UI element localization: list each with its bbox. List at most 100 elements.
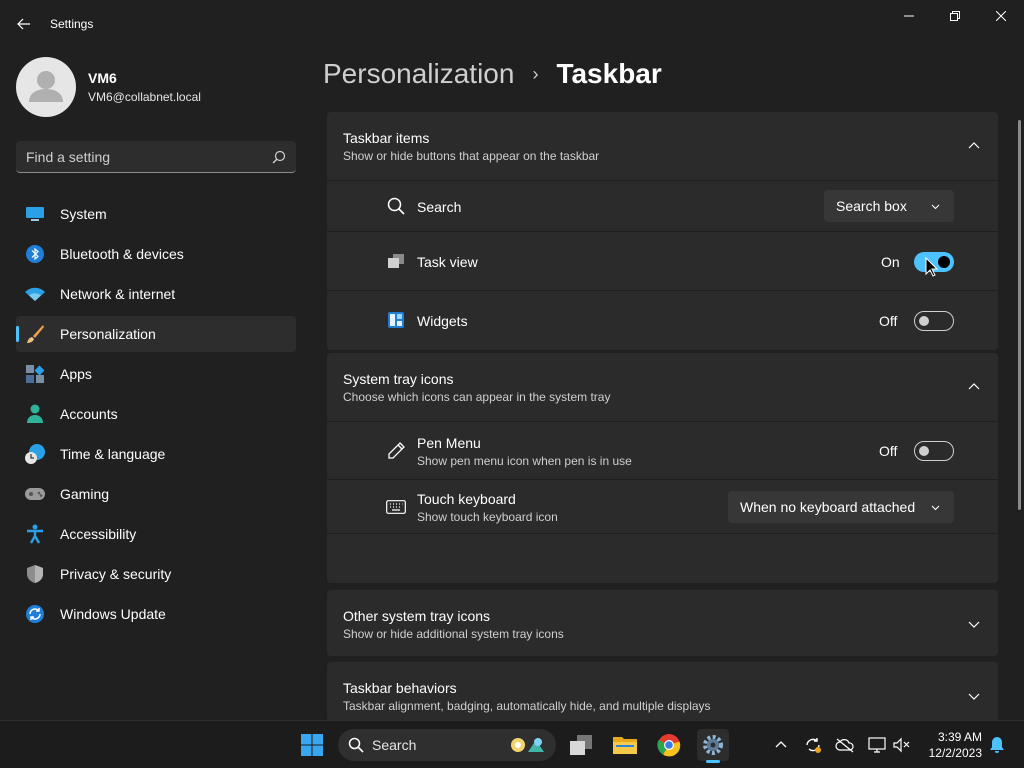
pen-menu-label: Pen Menu <box>417 435 481 451</box>
search-icon <box>348 737 364 753</box>
widgets-row: Widgets Off <box>327 290 998 349</box>
chevron-up-icon <box>968 383 980 390</box>
pen-icon <box>385 440 407 462</box>
toggle-state-text: Off <box>879 313 898 329</box>
breadcrumb-parent[interactable]: Personalization <box>323 58 514 90</box>
other-tray-icons-section[interactable]: Other system tray icons Show or hide add… <box>327 590 998 656</box>
windows-taskbar: Search 3:39 AM 12/2/2023 <box>0 720 1024 768</box>
taskbar-items-header[interactable]: Taskbar items Show or hide buttons that … <box>327 112 998 180</box>
chrome-button[interactable] <box>653 729 685 761</box>
settings-app-button[interactable] <box>697 729 729 763</box>
search-mode-dropdown[interactable]: Search box <box>824 190 954 222</box>
section-title: System tray icons <box>343 371 454 387</box>
sidebar-item-apps[interactable]: Apps <box>16 356 296 392</box>
shield-icon <box>24 563 46 585</box>
sidebar-item-label: Accessibility <box>60 526 137 542</box>
sidebar-item-windows-update[interactable]: Windows Update <box>16 596 296 632</box>
widgets-toggle[interactable] <box>914 311 954 331</box>
minimize-icon <box>904 15 914 17</box>
sidebar-item-label: Accounts <box>60 406 118 422</box>
sidebar-item-accessibility[interactable]: Accessibility <box>16 516 296 552</box>
user-profile[interactable]: VM6 VM6@collabnet.local <box>16 57 201 117</box>
chevron-down-icon <box>968 621 980 628</box>
clock-globe-icon <box>24 443 46 465</box>
system-tray-section: System tray icons Choose which icons can… <box>327 353 998 583</box>
close-icon <box>996 11 1006 21</box>
notifications-button[interactable] <box>985 733 1009 757</box>
search-input[interactable] <box>26 148 272 165</box>
app-title: Settings <box>50 17 94 31</box>
breadcrumb-separator: › <box>532 63 539 84</box>
show-hidden-icons-button[interactable] <box>769 733 793 757</box>
title-bar: Settings <box>0 0 1024 48</box>
start-button[interactable] <box>296 729 328 761</box>
profile-name: VM6 <box>88 70 117 86</box>
tray-sync-icon-button[interactable] <box>801 733 825 757</box>
bluetooth-icon <box>24 243 46 265</box>
sidebar-item-system[interactable]: System <box>16 196 296 232</box>
touch-keyboard-dropdown[interactable]: When no keyboard attached <box>728 491 954 523</box>
sidebar-item-label: System <box>60 206 107 222</box>
sidebar-item-time-language[interactable]: Time & language <box>16 436 296 472</box>
dropdown-value: Search box <box>836 198 907 214</box>
sidebar-item-privacy[interactable]: Privacy & security <box>16 556 296 592</box>
section-subtitle: Choose which icons can appear in the sys… <box>343 390 611 404</box>
cloud-offline-icon <box>835 738 854 753</box>
system-tray-header[interactable]: System tray icons Choose which icons can… <box>327 353 998 421</box>
dropdown-value: When no keyboard attached <box>740 499 916 515</box>
taskbar-search[interactable]: Search <box>338 729 556 761</box>
minimize-button[interactable] <box>886 0 932 32</box>
sidebar-item-personalization[interactable]: Personalization <box>16 316 296 352</box>
clock-date: 12/2/2023 <box>928 746 982 760</box>
toggle-state-text: On <box>881 254 900 270</box>
taskbar-behaviors-section[interactable]: Taskbar behaviors Taskbar alignment, bad… <box>327 662 998 722</box>
find-setting-search[interactable] <box>16 141 296 173</box>
main-content: Personalization › Taskbar Taskbar items … <box>310 48 1024 722</box>
tray-cloud-icon-button[interactable] <box>833 733 857 757</box>
system-icon <box>24 203 46 225</box>
tray-volume-button[interactable] <box>890 733 914 757</box>
sidebar-item-network[interactable]: Network & internet <box>16 276 296 312</box>
apps-icon <box>24 363 46 385</box>
toggle-state-text: Off <box>879 443 898 459</box>
scrollbar-thumb[interactable] <box>1018 120 1021 510</box>
pen-menu-toggle[interactable] <box>914 441 954 461</box>
bell-icon <box>990 737 1004 753</box>
close-button[interactable] <box>978 0 1024 32</box>
chevron-up-icon <box>775 741 787 748</box>
sidebar-item-label: Network & internet <box>60 286 176 302</box>
task-view-button[interactable] <box>565 729 597 761</box>
taskbar-clock[interactable]: 3:39 AM 12/2/2023 <box>918 729 982 761</box>
back-button[interactable] <box>8 8 40 40</box>
sidebar-item-accounts[interactable]: Accounts <box>16 396 296 432</box>
sidebar-item-label: Gaming <box>60 486 110 502</box>
restore-button[interactable] <box>932 0 978 32</box>
sidebar-item-label: Bluetooth & devices <box>60 246 184 262</box>
chevron-down-icon <box>968 693 980 700</box>
back-arrow-icon <box>17 18 30 30</box>
task-view-icon <box>385 250 407 272</box>
empty-row <box>327 533 998 583</box>
sidebar-item-gaming[interactable]: Gaming <box>16 476 296 512</box>
file-explorer-button[interactable] <box>609 729 641 761</box>
volume-muted-icon <box>893 737 910 753</box>
search-icon <box>272 150 286 163</box>
taskbar-items-section: Taskbar items Show or hide buttons that … <box>327 112 998 350</box>
section-subtitle: Show or hide additional system tray icon… <box>343 627 564 641</box>
task-view-label: Task view <box>417 254 478 270</box>
section-title: Taskbar items <box>343 130 430 146</box>
search-icon <box>385 195 407 217</box>
other-tray-icons-header[interactable]: Other system tray icons Show or hide add… <box>327 590 998 658</box>
sidebar-item-bluetooth[interactable]: Bluetooth & devices <box>16 236 296 272</box>
pen-menu-row: Pen Menu Show pen menu icon when pen is … <box>327 421 998 479</box>
update-icon <box>24 603 46 625</box>
sidebar-item-label: Time & language <box>60 446 166 462</box>
restore-icon <box>950 11 960 21</box>
brush-icon <box>24 323 46 345</box>
widgets-icon <box>385 309 407 331</box>
wifi-icon <box>24 283 46 305</box>
section-title: Other system tray icons <box>343 608 491 624</box>
tray-network-button[interactable] <box>865 733 889 757</box>
breadcrumb: Personalization › Taskbar <box>323 58 662 90</box>
search-setting-row: Search Search box <box>327 180 998 231</box>
